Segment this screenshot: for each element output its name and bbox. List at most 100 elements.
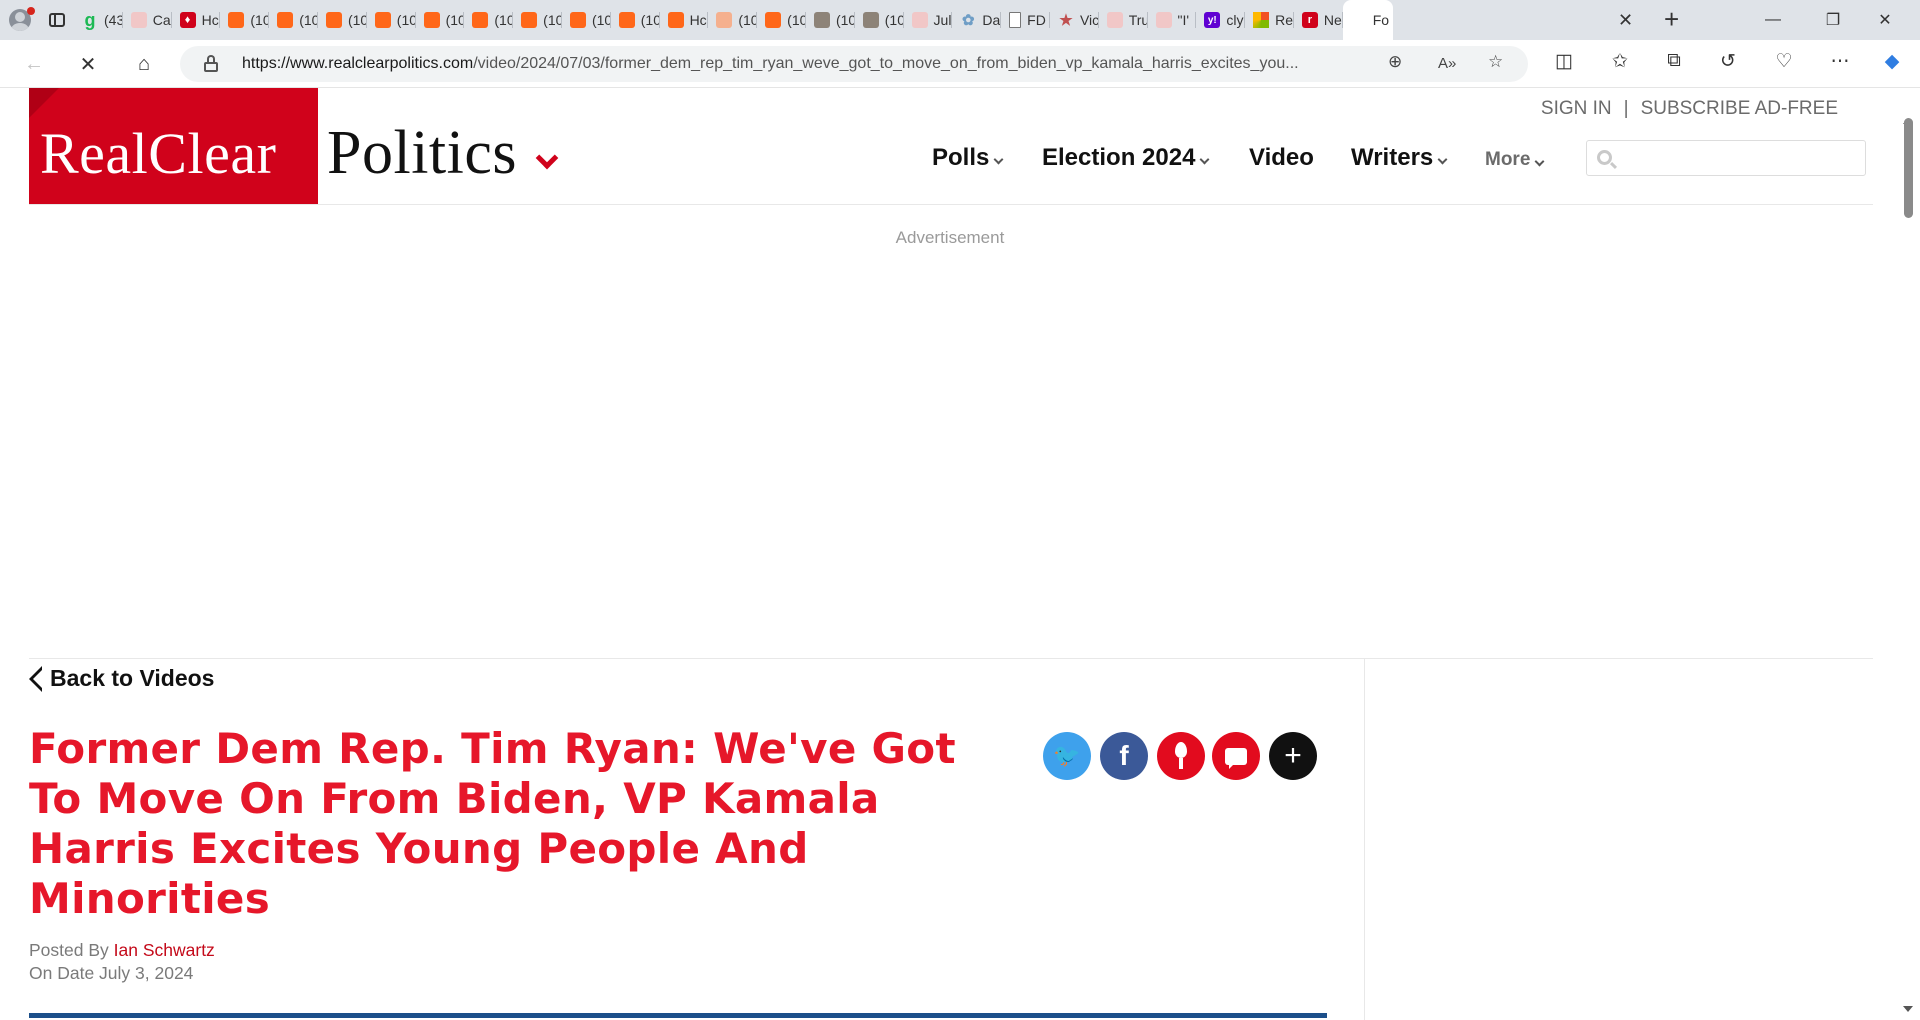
tab-label: Ca bbox=[152, 12, 171, 28]
chevron-left-icon bbox=[29, 665, 42, 692]
back-to-videos-link[interactable]: Back to Videos bbox=[29, 665, 214, 692]
tab[interactable]: (10 bbox=[708, 0, 757, 40]
tab[interactable]: r Ne bbox=[1294, 0, 1343, 40]
tab-label: Hc bbox=[201, 12, 219, 28]
nav-more[interactable]: More bbox=[1485, 149, 1545, 171]
tab[interactable]: ✿ Da bbox=[952, 0, 1001, 40]
author-link[interactable]: Ian Schwartz bbox=[114, 940, 215, 960]
tab[interactable]: (10 bbox=[367, 0, 416, 40]
site-logo[interactable]: RealClear Politics bbox=[29, 88, 559, 204]
microsoft-icon bbox=[1253, 12, 1270, 28]
zoom-icon[interactable]: ⊕ bbox=[1388, 52, 1402, 72]
plus-icon: + bbox=[1284, 739, 1302, 772]
address-bar[interactable]: https://www.realclearpolitics.com/video/… bbox=[180, 46, 1528, 82]
favorites-icon[interactable]: ✩ bbox=[1606, 50, 1634, 73]
tab[interactable]: Tru bbox=[1099, 0, 1148, 40]
new-tab-button[interactable]: + bbox=[1664, 4, 1679, 35]
tab[interactable]: (10 bbox=[855, 0, 904, 40]
substack-icon bbox=[374, 12, 391, 28]
nav-polls[interactable]: Polls bbox=[932, 144, 1004, 172]
tab-label: "I' bbox=[1177, 12, 1190, 28]
photo-icon bbox=[813, 12, 830, 28]
tab[interactable]: (10 bbox=[269, 0, 318, 40]
scrollbar-thumb[interactable] bbox=[1904, 118, 1913, 218]
chevron-down-icon bbox=[993, 154, 1004, 164]
substack-icon bbox=[277, 12, 294, 28]
substack-icon bbox=[521, 12, 538, 28]
tab[interactable]: g (43 bbox=[74, 0, 123, 40]
tab[interactable]: (10 bbox=[757, 0, 806, 40]
tab-label: (10 bbox=[299, 12, 318, 28]
tab-label: (10 bbox=[250, 12, 270, 28]
youtube-icon bbox=[1155, 12, 1172, 28]
tab-label: (10 bbox=[494, 12, 514, 28]
tab[interactable]: y! cly bbox=[1196, 0, 1245, 40]
tab-active[interactable]: Fo bbox=[1342, 0, 1393, 40]
tab[interactable]: (10 bbox=[513, 0, 562, 40]
tab[interactable]: (10 bbox=[562, 0, 611, 40]
tab[interactable]: (10 bbox=[611, 0, 660, 40]
photo-icon bbox=[862, 12, 879, 28]
tab[interactable]: "I' bbox=[1148, 0, 1197, 40]
nav-polls-label: Polls bbox=[932, 144, 990, 171]
close-tab-icon[interactable]: ✕ bbox=[1618, 10, 1633, 31]
tab[interactable]: FD bbox=[1001, 0, 1050, 40]
tab[interactable]: Hc bbox=[660, 0, 709, 40]
tab[interactable]: (10 bbox=[220, 0, 269, 40]
tab-actions-button[interactable] bbox=[40, 0, 74, 40]
copilot-icon[interactable]: ◆ bbox=[1878, 50, 1906, 73]
url-domain: https://www.realclearpolitics.com bbox=[242, 55, 474, 72]
nav-writers[interactable]: Writers bbox=[1351, 144, 1448, 172]
minimize-button[interactable]: — bbox=[1750, 0, 1796, 40]
tab[interactable]: ★ Vic bbox=[1050, 0, 1099, 40]
tab[interactable]: Ca bbox=[123, 0, 172, 40]
substack-icon bbox=[325, 12, 342, 28]
search-input[interactable] bbox=[1586, 140, 1866, 176]
page-scrollbar[interactable] bbox=[1896, 88, 1920, 1020]
tab[interactable]: Jul bbox=[904, 0, 953, 40]
tab-label: (10 bbox=[543, 12, 562, 28]
tab-label: (10 bbox=[347, 12, 367, 28]
comment-icon bbox=[1225, 747, 1247, 769]
subscribe-link[interactable]: SUBSCRIBE AD-FREE bbox=[1641, 98, 1838, 120]
nav-election-2024[interactable]: Election 2024 bbox=[1042, 144, 1210, 172]
restore-button[interactable]: ❐ bbox=[1810, 0, 1856, 40]
tab-label: cly bbox=[1226, 12, 1244, 28]
split-screen-icon[interactable]: ◫ bbox=[1550, 50, 1578, 73]
tab[interactable]: (10 bbox=[464, 0, 513, 40]
substack-light-icon bbox=[716, 12, 733, 28]
history-icon[interactable]: ↺ bbox=[1714, 50, 1742, 73]
read-aloud-icon[interactable]: A» bbox=[1438, 55, 1456, 72]
home-button[interactable]: ⌂ bbox=[130, 50, 158, 78]
url-path: /video/2024/07/03/former_dem_rep_tim_rya… bbox=[473, 55, 1299, 72]
share-facebook-button[interactable]: f bbox=[1100, 732, 1148, 780]
favorite-star-icon[interactable]: ☆ bbox=[1488, 52, 1503, 72]
stop-loading-button[interactable]: ✕ bbox=[74, 50, 102, 78]
settings-more-icon[interactable]: ⋯ bbox=[1826, 50, 1854, 73]
nav-video[interactable]: Video bbox=[1249, 144, 1314, 172]
substack-icon bbox=[765, 12, 782, 28]
tab[interactable]: Re bbox=[1245, 0, 1294, 40]
browser-essentials-icon[interactable]: ♡ bbox=[1770, 50, 1798, 73]
comments-button[interactable] bbox=[1212, 732, 1260, 780]
back-button[interactable]: ← bbox=[20, 50, 48, 78]
collections-icon[interactable]: ⧉ bbox=[1660, 50, 1688, 72]
sign-in-link[interactable]: SIGN IN bbox=[1541, 98, 1612, 120]
share-twitter-button[interactable]: 🐦 bbox=[1043, 732, 1091, 780]
profile-avatar[interactable] bbox=[0, 0, 40, 40]
tab[interactable]: (10 bbox=[416, 0, 464, 40]
tab-label: Jul bbox=[933, 12, 952, 28]
url-text[interactable]: https://www.realclearpolitics.com/video/… bbox=[242, 55, 1362, 73]
tab-label: Vic bbox=[1079, 12, 1099, 28]
lock-icon[interactable] bbox=[204, 55, 218, 72]
r-icon: r bbox=[1301, 12, 1318, 28]
tab[interactable]: (10 bbox=[806, 0, 855, 40]
tab[interactable]: (10 bbox=[318, 0, 367, 40]
share-more-button[interactable]: + bbox=[1269, 732, 1317, 780]
tab[interactable]: ♦ Hc bbox=[172, 0, 221, 40]
share-rcp-button[interactable] bbox=[1157, 732, 1205, 780]
chevron-down-icon[interactable] bbox=[535, 146, 559, 170]
youtube-icon bbox=[911, 12, 928, 28]
scroll-down-icon[interactable] bbox=[1903, 1006, 1913, 1012]
close-window-button[interactable]: ✕ bbox=[1862, 0, 1908, 40]
